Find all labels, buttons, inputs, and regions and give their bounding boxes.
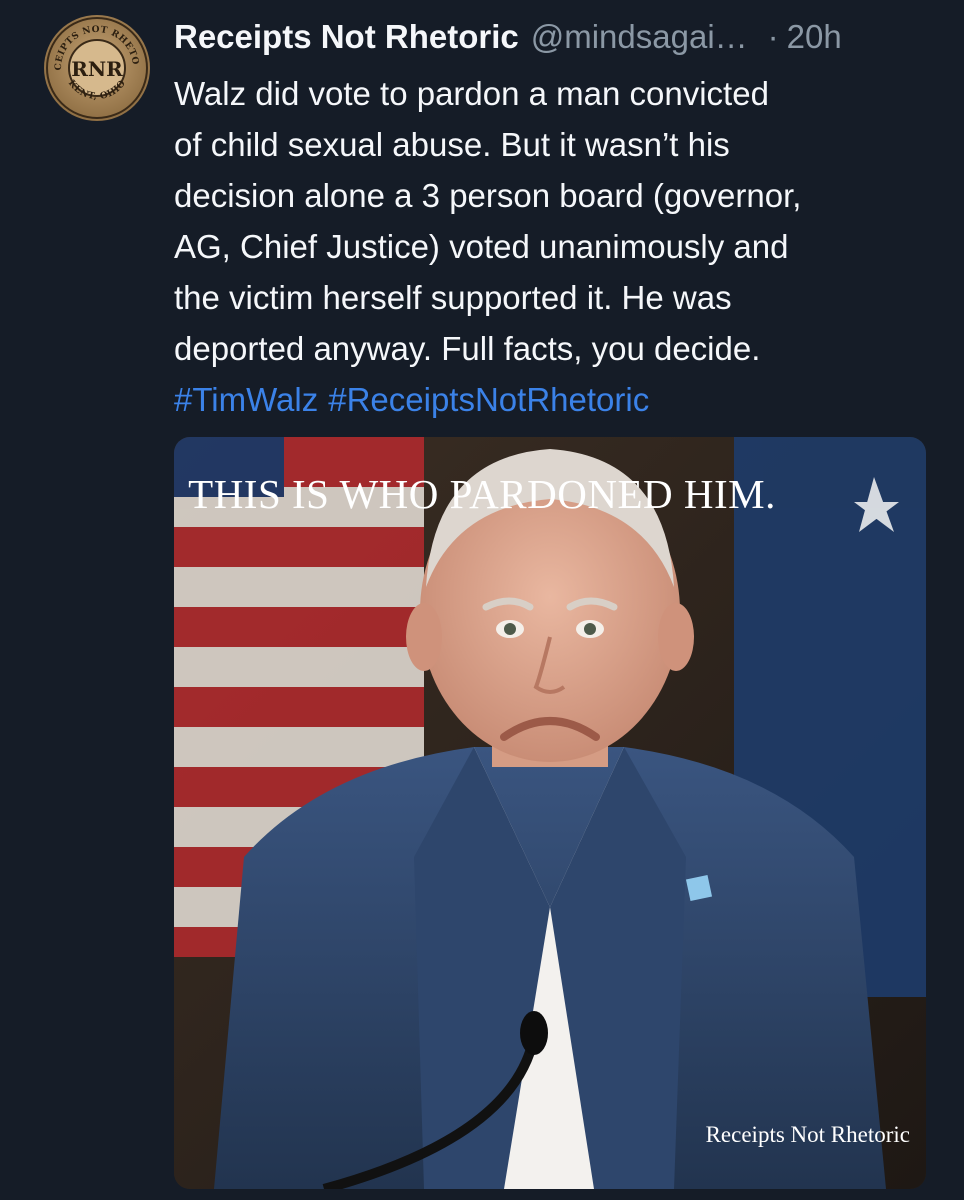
hashtag-link[interactable]: #ReceiptsNotRhetoric	[328, 381, 649, 418]
post-text-line: deported anyway. Full facts, you decide.	[174, 330, 761, 367]
post-text: Walz did vote to pardon a man convicted …	[174, 68, 944, 425]
post-media-image[interactable]	[174, 437, 926, 1189]
user-handle[interactable]: @mindsagai…	[531, 18, 748, 56]
post-header: Receipts Not Rhetoric @mindsagai… · 20h	[174, 14, 934, 60]
post-text-line: of child sexual abuse. But it wasn’t his	[174, 126, 730, 163]
separator-dot: ·	[767, 18, 779, 55]
post[interactable]: RECEIPTS NOT RHETORIC KENT, OHIO RNR Rec…	[0, 0, 964, 1200]
post-text-line: the victim herself supported it. He was	[174, 279, 732, 316]
photo-illustration	[174, 437, 926, 1189]
post-text-line: AG, Chief Justice) voted unanimously and	[174, 228, 789, 265]
media-headline: THIS IS WHO PARDONED HIM.	[188, 471, 776, 517]
timestamp[interactable]: 20h	[787, 18, 842, 56]
avatar[interactable]: RECEIPTS NOT RHETORIC KENT, OHIO RNR	[39, 7, 151, 122]
hashtag-link[interactable]: #TimWalz	[174, 381, 318, 418]
media-watermark: Receipts Not Rhetoric	[705, 1122, 910, 1147]
display-name[interactable]: Receipts Not Rhetoric	[174, 18, 519, 56]
post-text-line: Walz did vote to pardon a man convicted	[174, 75, 769, 112]
rnr-logo-icon: RECEIPTS NOT RHETORIC KENT, OHIO RNR	[39, 7, 150, 121]
avatar-initials: RNR	[71, 57, 123, 81]
post-text-line: decision alone a 3 person board (governo…	[174, 177, 802, 214]
hashtag-line: #TimWalz #ReceiptsNotRhetoric	[174, 374, 944, 425]
